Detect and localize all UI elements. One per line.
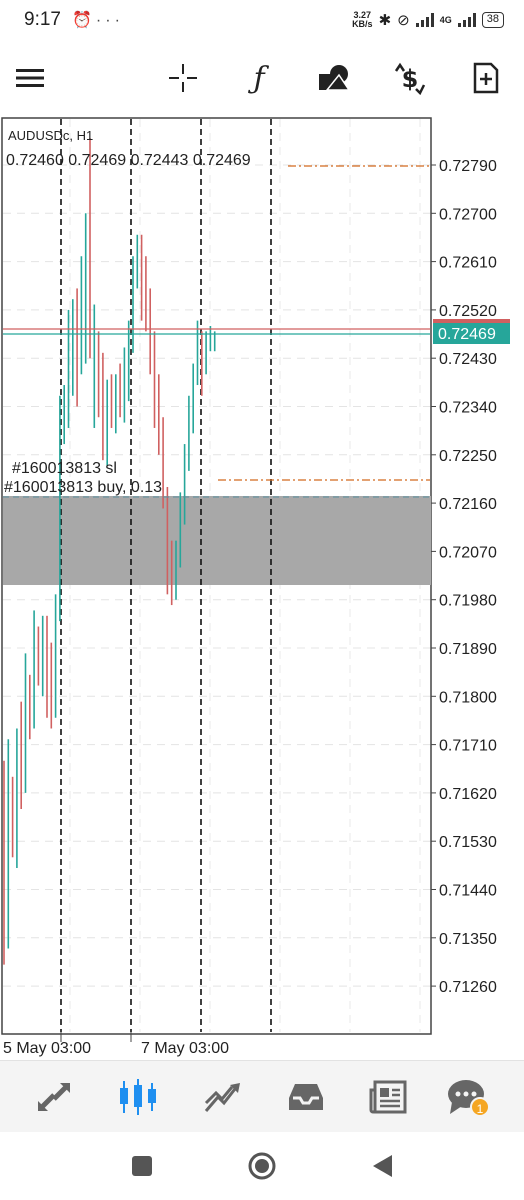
price-label: 0.71260 <box>439 979 497 996</box>
nav-messages[interactable]: 1 <box>442 1075 490 1119</box>
triangle-back-icon <box>373 1155 392 1177</box>
alarm-icon: ⏰ <box>72 12 96 29</box>
price-label: 0.72070 <box>439 544 497 561</box>
history-icon <box>289 1084 323 1110</box>
price-label: 0.71890 <box>439 641 497 658</box>
chart-icon <box>120 1079 156 1115</box>
status-time: 9:17 <box>24 9 61 30</box>
circle-icon <box>248 1152 276 1180</box>
current-price-tag: 0.72469 <box>438 326 496 343</box>
new-order-icon <box>473 62 499 94</box>
link-icon: ⊘ <box>397 12 410 29</box>
nav-news[interactable] <box>364 1075 412 1119</box>
signal-icon <box>415 13 434 27</box>
order-sl-label: #160013813 sl <box>12 460 117 477</box>
price-label: 0.71530 <box>439 834 497 851</box>
status-bar: 9:17 ⏰··· 3.27 KB/s ✱ ⊘ 4G 38 <box>0 0 524 40</box>
objects-icon <box>319 65 351 91</box>
time-label-2: 7 May 03:00 <box>141 1040 229 1057</box>
battery-icon: 38 <box>481 12 504 28</box>
more-dots-icon: ··· <box>95 12 124 29</box>
price-label: 0.72610 <box>439 255 497 272</box>
indicators-button[interactable]: ƒ <box>237 56 281 100</box>
price-label: 0.72790 <box>439 158 497 175</box>
price-label: 0.71350 <box>439 931 497 948</box>
price-label: 0.71980 <box>439 593 497 610</box>
nav-quotes[interactable] <box>30 1075 78 1119</box>
bottom-nav: 1 <box>0 1060 524 1132</box>
price-label: 0.72250 <box>439 448 497 465</box>
price-label: 0.72430 <box>439 351 497 368</box>
crosshair-button[interactable] <box>161 56 205 100</box>
price-label: 0.71800 <box>439 689 497 706</box>
nav-chart[interactable] <box>114 1075 162 1119</box>
toolbar: ƒ $ <box>0 40 524 116</box>
status-left-icons: ⏰··· <box>72 10 124 30</box>
menu-button[interactable] <box>8 56 52 100</box>
back-button[interactable] <box>366 1150 398 1182</box>
network-type: 4G <box>439 15 452 25</box>
nav-history[interactable] <box>282 1075 330 1119</box>
price-label: 0.71440 <box>439 883 497 900</box>
network-speed: 3.27 KB/s <box>352 10 373 29</box>
menu-icon <box>16 69 44 87</box>
price-label: 0.72340 <box>439 400 497 417</box>
status-right: 3.27 KB/s ✱ ⊘ 4G 38 <box>352 8 504 32</box>
trade-nav-icon <box>204 1083 240 1112</box>
ask-price-tag-strip <box>433 319 510 323</box>
price-label: 0.71710 <box>439 738 497 755</box>
bluetooth-icon: ✱ <box>378 12 392 29</box>
price-label: 0.72160 <box>439 496 497 513</box>
sl-tp-zone <box>3 496 431 585</box>
news-icon <box>369 1080 407 1114</box>
price-label: 0.71620 <box>439 786 497 803</box>
square-icon <box>132 1156 152 1176</box>
price-label: 0.72700 <box>439 206 497 223</box>
nav-trade[interactable] <box>198 1075 246 1119</box>
price-axis: 0.72790 0.72700 0.72610 0.72520 0.72430 0.723… <box>431 158 497 996</box>
function-icon: ƒ <box>253 60 265 96</box>
price-chart[interactable]: 0.72790 0.72700 0.72610 0.72520 0.72430 0.723… <box>0 116 524 1060</box>
signal-icon-2 <box>457 13 476 27</box>
system-nav <box>0 1132 524 1200</box>
order-buy-label: #160013813 buy, 0.13 <box>4 479 162 496</box>
objects-button[interactable] <box>312 56 356 100</box>
quotes-icon <box>38 1083 70 1111</box>
new-order-button[interactable] <box>464 56 508 100</box>
time-label-1: 5 May 03:00 <box>3 1040 91 1057</box>
trade-icon: $ <box>394 62 426 95</box>
recent-apps-button[interactable] <box>126 1150 158 1182</box>
symbol-label: AUDUSDc, H1 <box>8 128 93 143</box>
crosshair-icon <box>169 64 197 92</box>
trade-button[interactable]: $ <box>388 56 432 100</box>
price-label: 0.72520 <box>439 303 497 320</box>
ohlc-label: 0.72460 0.72469 0.72443 0.72469 <box>6 152 251 169</box>
home-button[interactable] <box>246 1150 278 1182</box>
messages-badge: 1 <box>470 1097 490 1117</box>
